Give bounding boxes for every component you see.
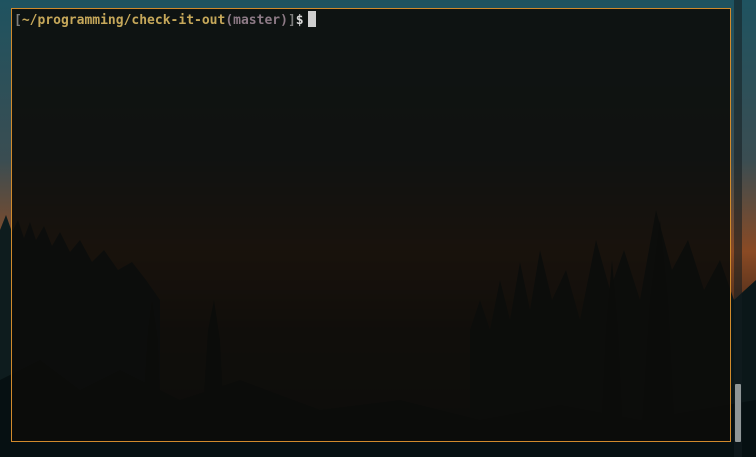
- text-cursor: [307, 11, 316, 27]
- prompt-branch-close: ): [280, 13, 288, 28]
- prompt-working-directory: ~/programming/check-it-out: [21, 13, 226, 28]
- prompt-close-bracket: ]: [287, 13, 296, 28]
- prompt-git-branch: master: [233, 13, 281, 28]
- terminal-scrollbar[interactable]: [734, 0, 742, 457]
- prompt-open-bracket: [: [14, 13, 22, 28]
- prompt-branch-open: (: [225, 13, 234, 28]
- scrollbar-thumb[interactable]: [735, 384, 741, 442]
- terminal-window[interactable]: [~/programming/check-it-out(master)]$: [11, 8, 731, 442]
- terminal-content[interactable]: [~/programming/check-it-out(master)]$: [14, 11, 728, 30]
- prompt-symbol: $: [295, 13, 304, 28]
- command-prompt-line[interactable]: [~/programming/check-it-out(master)]$: [14, 11, 728, 30]
